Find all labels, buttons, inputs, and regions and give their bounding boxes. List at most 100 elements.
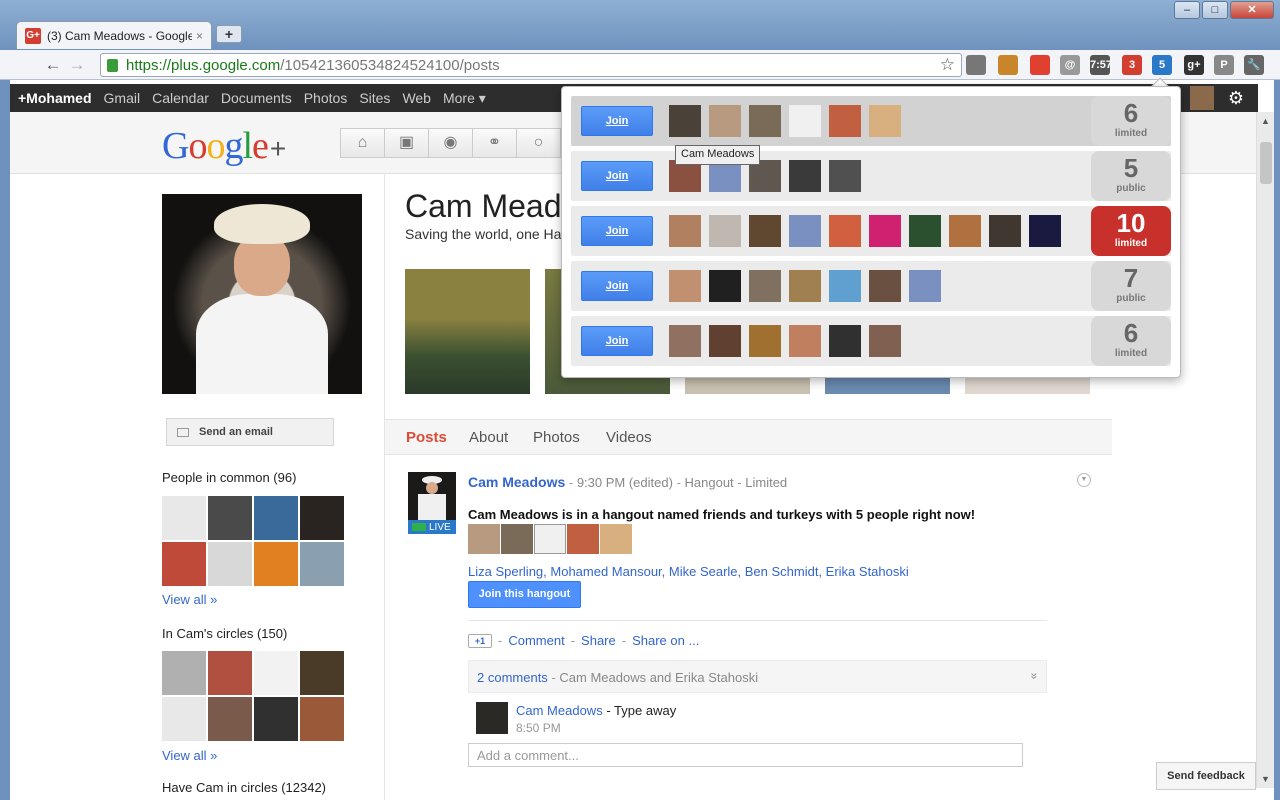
- scroll-up-icon[interactable]: ▲: [1261, 116, 1270, 126]
- hangout-participant-avatar[interactable]: [709, 325, 741, 357]
- person-thumb[interactable]: [254, 697, 298, 741]
- tab-posts[interactable]: Posts: [406, 429, 447, 446]
- tab-videos[interactable]: Videos: [606, 429, 652, 446]
- hangout-participant-avatar[interactable]: [709, 215, 741, 247]
- send-email-button[interactable]: Send an email: [166, 418, 334, 446]
- ext-p-icon[interactable]: P: [1214, 55, 1234, 75]
- gbar-item[interactable]: Calendar: [152, 90, 209, 106]
- hangout-participant-avatar[interactable]: [829, 270, 861, 302]
- gbar-item[interactable]: Sites: [359, 90, 390, 106]
- post-time[interactable]: 9:30 PM (edited): [577, 475, 673, 490]
- gbar-item[interactable]: More ▾: [443, 90, 486, 107]
- join-button[interactable]: Join: [581, 161, 653, 191]
- page-scrollbar[interactable]: ▲ ▼: [1256, 112, 1274, 788]
- ext-gplus-icon[interactable]: g+: [1184, 55, 1204, 75]
- hangout-participant-avatar[interactable]: [909, 215, 941, 247]
- ext-at-icon[interactable]: @: [1060, 55, 1080, 75]
- expand-comments-icon[interactable]: »: [1028, 673, 1042, 680]
- gbar-item[interactable]: Photos: [304, 90, 348, 106]
- person-thumb[interactable]: [254, 496, 298, 540]
- participant-avatar[interactable]: [567, 524, 599, 554]
- send-feedback-button[interactable]: Send feedback: [1156, 762, 1256, 790]
- close-window-button[interactable]: ✕: [1230, 1, 1274, 19]
- participant-avatar[interactable]: [600, 524, 632, 554]
- hangout-participant-avatar[interactable]: [669, 105, 701, 137]
- share-link[interactable]: Share: [581, 633, 616, 648]
- maximize-button[interactable]: □: [1202, 1, 1228, 19]
- hangout-participant-avatar[interactable]: [789, 215, 821, 247]
- plus-one-button[interactable]: +1: [468, 633, 492, 648]
- join-button[interactable]: Join: [581, 106, 653, 136]
- google-plus-logo[interactable]: Google+: [162, 124, 286, 168]
- bookmark-star-icon[interactable]: ☆: [940, 55, 955, 75]
- back-arrow-icon[interactable]: ←: [42, 55, 64, 75]
- tab-close-icon[interactable]: ×: [196, 29, 203, 43]
- scrapbook-photo[interactable]: [685, 376, 810, 394]
- hangout-participant-avatar[interactable]: [789, 270, 821, 302]
- hangout-participant-avatar[interactable]: [869, 105, 901, 137]
- participant-avatar[interactable]: [468, 524, 500, 554]
- person-thumb[interactable]: [300, 651, 344, 695]
- hangout-participant-avatar[interactable]: [1029, 215, 1061, 247]
- participant-names[interactable]: Liza Sperling, Mohamed Mansour, Mike Sea…: [468, 564, 909, 579]
- scrapbook-photo[interactable]: [825, 376, 950, 394]
- reload-icon[interactable]: [73, 55, 95, 75]
- hangout-participant-avatar[interactable]: [789, 105, 821, 137]
- participant-avatar[interactable]: [501, 524, 533, 554]
- profile-photo[interactable]: [162, 194, 362, 394]
- hangout-participant-avatar[interactable]: [869, 270, 901, 302]
- account-avatar[interactable]: [1190, 86, 1214, 110]
- hangout-participant-avatar[interactable]: [829, 325, 861, 357]
- person-thumb[interactable]: [300, 496, 344, 540]
- photos-icon[interactable]: ▣: [384, 128, 429, 158]
- hangout-row[interactable]: Join 7 public: [571, 261, 1171, 311]
- profile-icon[interactable]: ◉: [428, 128, 473, 158]
- tab-active[interactable]: G+ (3) Cam Meadows - Google ×: [16, 21, 212, 49]
- hangout-participant-avatar[interactable]: [709, 270, 741, 302]
- minimize-button[interactable]: –: [1174, 1, 1200, 19]
- hangout-row[interactable]: Join 10 limited: [571, 206, 1171, 256]
- scrapbook-photo[interactable]: [965, 376, 1090, 394]
- hangout-participant-avatar[interactable]: [749, 325, 781, 357]
- ext-notify-icon[interactable]: 3: [1122, 55, 1142, 75]
- post-menu-icon[interactable]: ▼: [1077, 473, 1091, 487]
- person-thumb[interactable]: [300, 542, 344, 586]
- comment-author-link[interactable]: Cam Meadows: [516, 703, 603, 718]
- comment-link[interactable]: Comment: [508, 633, 564, 648]
- hangout-participant-avatar[interactable]: [749, 105, 781, 137]
- join-button[interactable]: Join: [581, 216, 653, 246]
- comments-summary[interactable]: 2 comments - Cam Meadows and Erika Staho…: [468, 660, 1047, 693]
- hangout-participant-avatar[interactable]: [749, 270, 781, 302]
- person-thumb[interactable]: [208, 651, 252, 695]
- games-icon[interactable]: ○: [516, 128, 561, 158]
- comment-author-avatar[interactable]: [476, 702, 508, 734]
- mic-icon[interactable]: [966, 55, 986, 75]
- hangout-participant-avatar[interactable]: [669, 325, 701, 357]
- hangout-participant-avatar[interactable]: [829, 215, 861, 247]
- join-button[interactable]: Join: [581, 271, 653, 301]
- tab-about[interactable]: About: [469, 429, 508, 446]
- person-thumb[interactable]: [254, 542, 298, 586]
- new-tab-button[interactable]: +: [216, 25, 242, 43]
- gbar-item[interactable]: Gmail: [104, 90, 141, 106]
- gbar-item[interactable]: Documents: [221, 90, 292, 106]
- person-thumb[interactable]: [254, 651, 298, 695]
- ext-hangout-icon[interactable]: 5: [1152, 55, 1172, 75]
- hangout-row[interactable]: Join 6 limited: [571, 96, 1171, 146]
- ext-red-circle-icon[interactable]: [1030, 55, 1050, 75]
- scrapbook-photo[interactable]: [405, 269, 530, 394]
- person-thumb[interactable]: [162, 697, 206, 741]
- hangout-participant-avatar[interactable]: [669, 270, 701, 302]
- ext-printer-icon[interactable]: 7:57: [1090, 55, 1112, 75]
- person-thumb[interactable]: [162, 542, 206, 586]
- hangout-participant-avatar[interactable]: [709, 105, 741, 137]
- hangout-participant-avatar[interactable]: [989, 215, 1021, 247]
- hangout-participant-avatar[interactable]: [789, 325, 821, 357]
- scroll-thumb[interactable]: [1260, 142, 1272, 184]
- hangout-participant-avatar[interactable]: [909, 270, 941, 302]
- gbar-item[interactable]: Web: [402, 90, 431, 106]
- wrench-icon[interactable]: 🔧: [1244, 55, 1264, 75]
- hangout-participant-avatar[interactable]: [869, 325, 901, 357]
- scroll-down-icon[interactable]: ▼: [1261, 774, 1270, 784]
- join-button[interactable]: Join: [581, 326, 653, 356]
